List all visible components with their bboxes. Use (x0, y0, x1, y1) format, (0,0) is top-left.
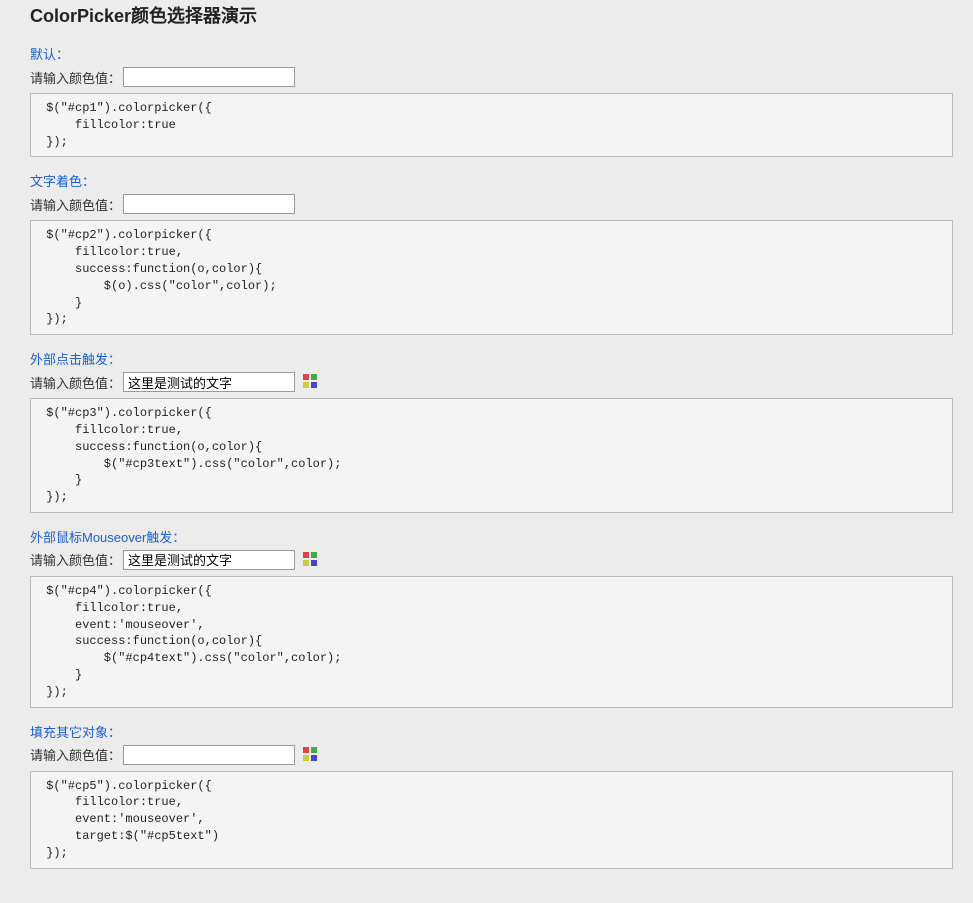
color-input[interactable] (123, 550, 295, 570)
color-input[interactable] (123, 745, 295, 765)
section-default: 默认： 请输入颜色值： $("#cp1").colorpicker({ fill… (30, 44, 953, 157)
input-label: 请输入颜色值： (30, 745, 121, 764)
input-label: 请输入颜色值： (30, 68, 121, 87)
input-label: 请输入颜色值： (30, 195, 121, 214)
color-input[interactable] (123, 194, 295, 214)
input-row: 请输入颜色值： (30, 194, 953, 214)
color-input[interactable] (123, 372, 295, 392)
color-swatch-icon[interactable] (303, 747, 319, 763)
color-input[interactable] (123, 67, 295, 87)
section-external-mouseover: 外部鼠标Mouseover触发： 请输入颜色值： $("#cp4").color… (30, 527, 953, 708)
code-block: $("#cp1").colorpicker({ fillcolor:true }… (30, 93, 953, 157)
color-swatch-icon[interactable] (303, 374, 319, 390)
input-label: 请输入颜色值： (30, 550, 121, 569)
code-block: $("#cp4").colorpicker({ fillcolor:true, … (30, 576, 953, 708)
section-title: 外部点击触发： (30, 349, 953, 368)
input-row: 请输入颜色值： (30, 550, 953, 570)
code-block: $("#cp3").colorpicker({ fillcolor:true, … (30, 398, 953, 513)
section-text-color: 文字着色： 请输入颜色值： $("#cp2").colorpicker({ fi… (30, 171, 953, 335)
color-swatch-icon[interactable] (303, 552, 319, 568)
section-title: 默认： (30, 44, 953, 63)
section-fill-other: 填充其它对象： 请输入颜色值： $("#cp5").colorpicker({ … (30, 722, 953, 869)
code-block: $("#cp2").colorpicker({ fillcolor:true, … (30, 220, 953, 335)
page-title: ColorPicker颜色选择器演示 (30, 0, 953, 28)
section-title: 外部鼠标Mouseover触发： (30, 527, 953, 546)
section-title: 填充其它对象： (30, 722, 953, 741)
code-block: $("#cp5").colorpicker({ fillcolor:true, … (30, 771, 953, 869)
input-row: 请输入颜色值： (30, 372, 953, 392)
section-title: 文字着色： (30, 171, 953, 190)
input-row: 请输入颜色值： (30, 745, 953, 765)
input-row: 请输入颜色值： (30, 67, 953, 87)
input-label: 请输入颜色值： (30, 373, 121, 392)
section-external-click: 外部点击触发： 请输入颜色值： $("#cp3").colorpicker({ … (30, 349, 953, 513)
